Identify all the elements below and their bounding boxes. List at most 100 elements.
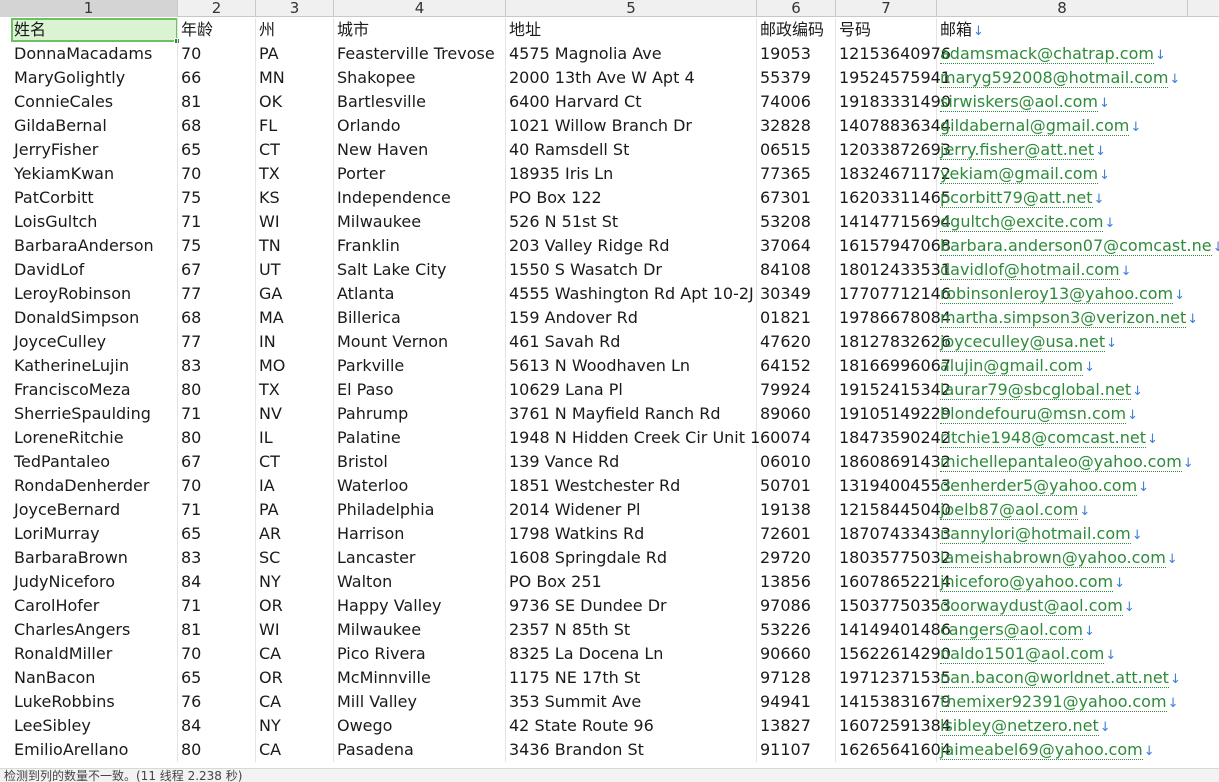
- table-cell[interactable]: 68: [178, 114, 256, 138]
- table-cell[interactable]: nan.bacon@worldnet.att.net↓: [937, 666, 1219, 690]
- email-link[interactable]: adamsmack@chatrap.com: [940, 44, 1154, 64]
- table-cell[interactable]: 83: [178, 546, 256, 570]
- table-cell[interactable]: 80: [178, 378, 256, 402]
- email-link[interactable]: lsibley@netzero.net: [940, 716, 1099, 736]
- table-cell[interactable]: EmilioArellano: [11, 738, 178, 762]
- table-cell[interactable]: 65: [178, 666, 256, 690]
- table-cell[interactable]: Atlanta: [334, 282, 506, 306]
- table-cell[interactable]: 37064: [757, 234, 836, 258]
- table-cell[interactable]: Milwaukee: [334, 210, 506, 234]
- table-cell[interactable]: 16078652214: [836, 570, 951, 594]
- email-link[interactable]: laurar79@sbcglobal.net: [940, 380, 1132, 400]
- table-cell[interactable]: Parkville: [334, 354, 506, 378]
- table-cell[interactable]: 9736 SE Dundee Dr: [506, 594, 757, 618]
- table-cell[interactable]: barbara.anderson07@comcast.ne↓: [937, 234, 1219, 258]
- table-cell[interactable]: 12153640976: [836, 42, 951, 66]
- column-number-1[interactable]: 1: [0, 0, 178, 17]
- table-cell[interactable]: 55379: [757, 66, 836, 90]
- table-cell[interactable]: 18035775032: [836, 546, 951, 570]
- table-cell[interactable]: TedPantaleo: [11, 450, 178, 474]
- email-link[interactable]: denherder5@yahoo.com: [940, 476, 1138, 496]
- table-cell[interactable]: TX: [256, 162, 334, 186]
- table-cell[interactable]: Owego: [334, 714, 506, 738]
- table-cell[interactable]: themixer92391@yahoo.com↓: [937, 690, 1219, 714]
- table-cell[interactable]: AR: [256, 522, 334, 546]
- email-link[interactable]: themixer92391@yahoo.com: [940, 692, 1167, 712]
- table-cell[interactable]: Happy Valley: [334, 594, 506, 618]
- table-cell[interactable]: 10629 Lana Pl: [506, 378, 757, 402]
- table-cell[interactable]: OR: [256, 666, 334, 690]
- table-cell[interactable]: 65: [178, 138, 256, 162]
- table-cell[interactable]: PA: [256, 42, 334, 66]
- table-cell[interactable]: 60074: [757, 426, 836, 450]
- table-cell[interactable]: 13827: [757, 714, 836, 738]
- table-cell[interactable]: 17707712146: [836, 282, 951, 306]
- table-cell[interactable]: El Paso: [334, 378, 506, 402]
- table-cell[interactable]: WI: [256, 618, 334, 642]
- table-cell[interactable]: 1851 Westchester Rd: [506, 474, 757, 498]
- email-link[interactable]: davidlof@hotmail.com: [940, 260, 1120, 280]
- table-cell[interactable]: IA: [256, 474, 334, 498]
- table-cell[interactable]: OK: [256, 90, 334, 114]
- table-cell[interactable]: Independence: [334, 186, 506, 210]
- table-cell[interactable]: 12158445040: [836, 498, 951, 522]
- table-cell[interactable]: laurar79@sbcglobal.net↓: [937, 378, 1219, 402]
- table-cell[interactable]: IN: [256, 330, 334, 354]
- table-cell[interactable]: Pahrump: [334, 402, 506, 426]
- table-cell[interactable]: 71: [178, 210, 256, 234]
- table-cell[interactable]: 76: [178, 690, 256, 714]
- table-cell[interactable]: Bristol: [334, 450, 506, 474]
- table-cell[interactable]: pcorbitt79@att.net↓: [937, 186, 1219, 210]
- email-link[interactable]: joelb87@aol.com: [940, 500, 1079, 520]
- email-link[interactable]: nannylori@hotmail.com: [940, 524, 1131, 544]
- table-cell[interactable]: 19152415342: [836, 378, 951, 402]
- email-link[interactable]: michellepantaleo@yahoo.com: [940, 452, 1182, 472]
- header-cell[interactable]: 州: [256, 18, 334, 42]
- table-cell[interactable]: 32828: [757, 114, 836, 138]
- column-number-8[interactable]: 8: [937, 0, 1188, 17]
- table-cell[interactable]: 16203311465: [836, 186, 951, 210]
- table-cell[interactable]: 5613 N Woodhaven Ln: [506, 354, 757, 378]
- table-cell[interactable]: naldo1501@aol.com↓: [937, 642, 1219, 666]
- table-cell[interactable]: maryg592008@hotmail.com↓: [937, 66, 1219, 90]
- table-cell[interactable]: 91107: [757, 738, 836, 762]
- table-cell[interactable]: Mount Vernon: [334, 330, 506, 354]
- table-cell[interactable]: DonnaMacadams: [11, 42, 178, 66]
- table-cell[interactable]: KS: [256, 186, 334, 210]
- email-link[interactable]: blondefouru@msn.com: [940, 404, 1127, 424]
- table-cell[interactable]: LoisGultch: [11, 210, 178, 234]
- table-cell[interactable]: doorwaydust@aol.com↓: [937, 594, 1219, 618]
- table-cell[interactable]: 13856: [757, 570, 836, 594]
- header-cell[interactable]: 邮箱↓: [937, 18, 1219, 42]
- table-cell[interactable]: jniceforo@yahoo.com↓: [937, 570, 1219, 594]
- table-cell[interactable]: 16157947068: [836, 234, 951, 258]
- header-cell[interactable]: 城市: [334, 18, 506, 42]
- table-cell[interactable]: FL: [256, 114, 334, 138]
- table-cell[interactable]: NY: [256, 570, 334, 594]
- table-cell[interactable]: dgultch@excite.com↓: [937, 210, 1219, 234]
- table-cell[interactable]: ritchie1948@comcast.net↓: [937, 426, 1219, 450]
- table-cell[interactable]: KatherineLujin: [11, 354, 178, 378]
- table-cell[interactable]: CA: [256, 642, 334, 666]
- table-cell[interactable]: 461 Savah Rd: [506, 330, 757, 354]
- table-cell[interactable]: nannylori@hotmail.com↓: [937, 522, 1219, 546]
- table-cell[interactable]: CharlesAngers: [11, 618, 178, 642]
- table-cell[interactable]: 19712371535: [836, 666, 951, 690]
- table-cell[interactable]: 14153831679: [836, 690, 951, 714]
- table-cell[interactable]: 75: [178, 234, 256, 258]
- table-cell[interactable]: 84108: [757, 258, 836, 282]
- table-cell[interactable]: joyceculley@usa.net↓: [937, 330, 1219, 354]
- table-cell[interactable]: Pasadena: [334, 738, 506, 762]
- header-cell[interactable]: 号码: [836, 18, 937, 42]
- table-cell[interactable]: 14078836344: [836, 114, 951, 138]
- table-cell[interactable]: 94941: [757, 690, 836, 714]
- table-cell[interactable]: Franklin: [334, 234, 506, 258]
- table-cell[interactable]: 77: [178, 282, 256, 306]
- table-cell[interactable]: 30349: [757, 282, 836, 306]
- table-cell[interactable]: 1608 Springdale Rd: [506, 546, 757, 570]
- table-cell[interactable]: 71: [178, 402, 256, 426]
- table-cell[interactable]: GA: [256, 282, 334, 306]
- table-cell[interactable]: 16072591384: [836, 714, 951, 738]
- table-cell[interactable]: GildaBernal: [11, 114, 178, 138]
- email-link[interactable]: doorwaydust@aol.com: [940, 596, 1123, 616]
